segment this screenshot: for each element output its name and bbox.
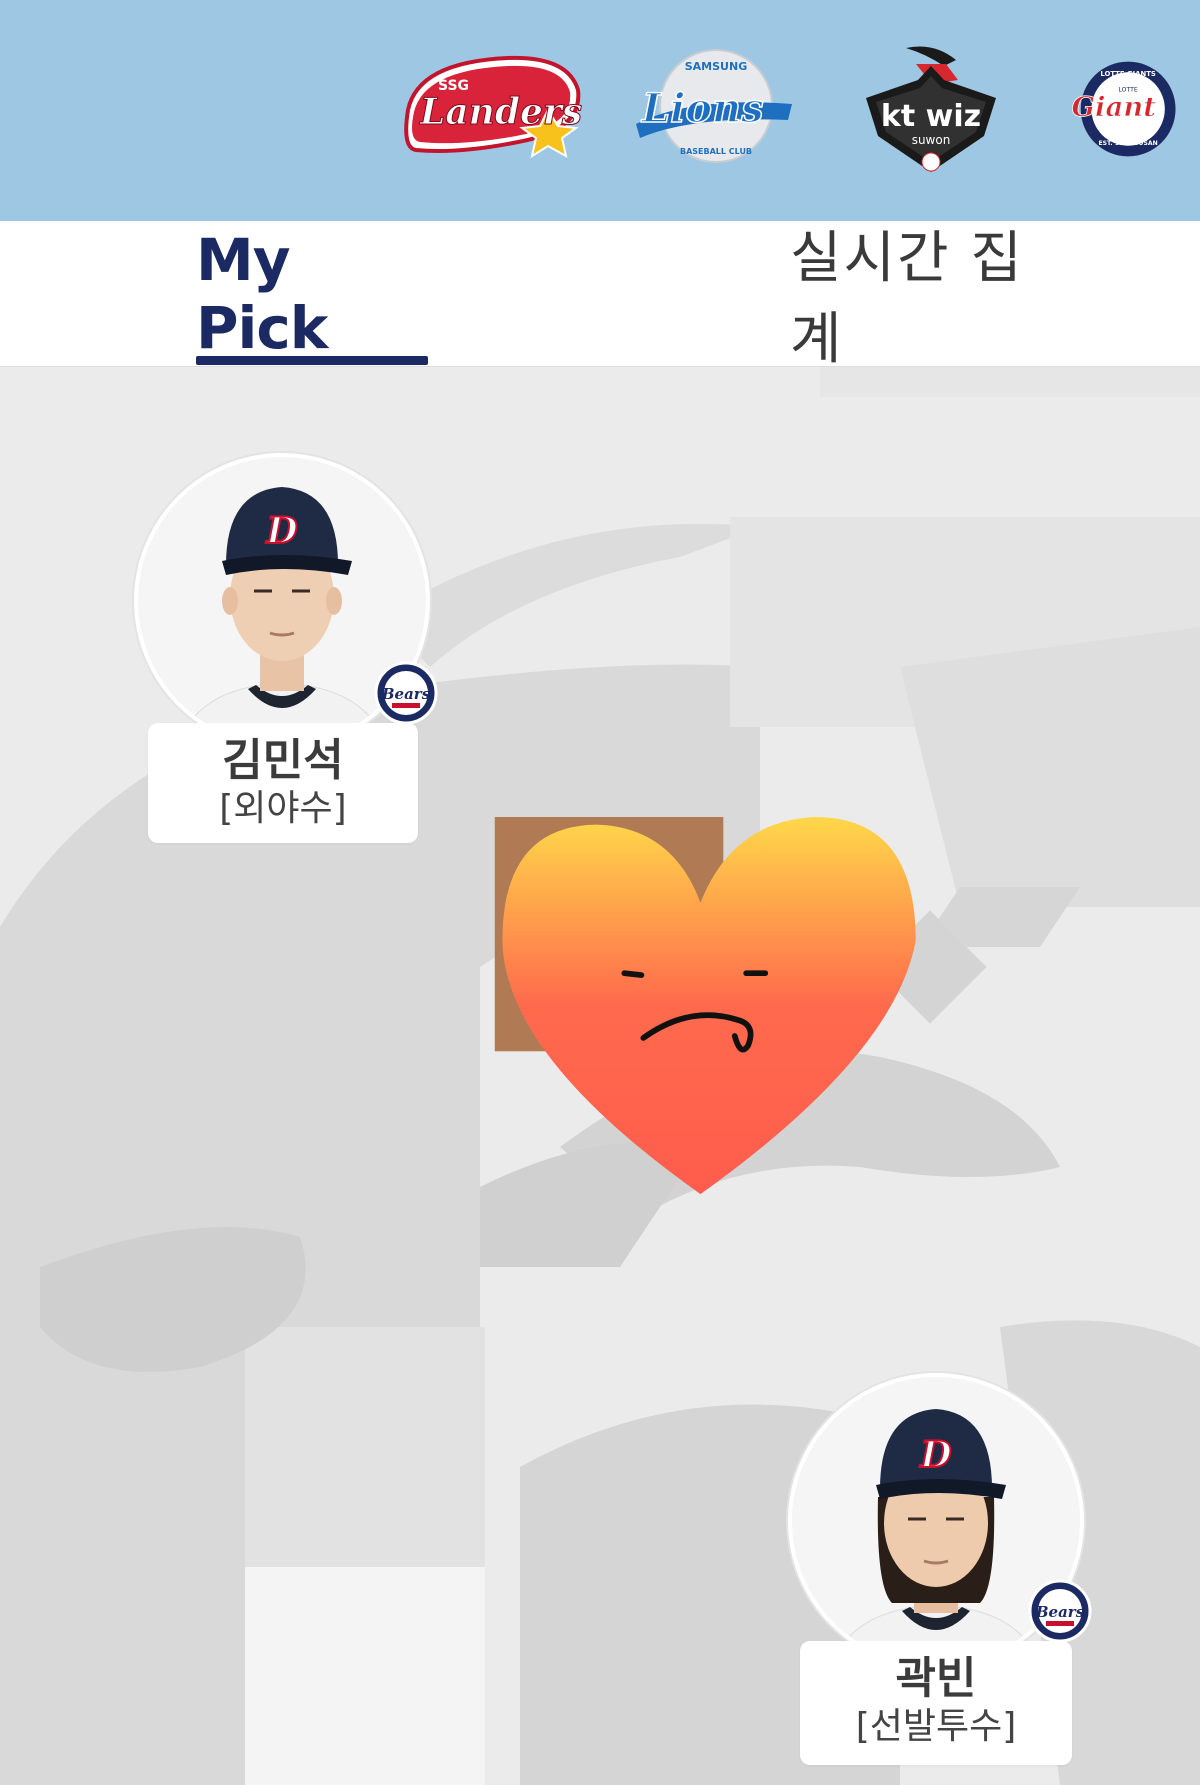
bears-badge-icon: Bears — [1028, 1579, 1092, 1643]
tab-my-pick-label: My Pick — [196, 226, 328, 362]
bears-badge-icon: Bears — [374, 661, 438, 725]
giants-logo-icon: LOTTE GIANTS LOTTE Giant EST. 1982 BUSAN — [1071, 61, 1176, 157]
giants-main-text: Giant — [1072, 91, 1157, 123]
giants-ring-bottom-text: EST. 1982 BUSAN — [1098, 140, 1157, 147]
pick-field: D Bears 김민석 [외야수] D Bears 곽빈 [선발투수] — [0, 367, 1200, 1785]
player-card-2[interactable]: D Bears 곽빈 [선발투수] — [788, 1373, 1104, 1785]
team-logo-kt-wiz[interactable]: kt wiz suwon — [856, 40, 1006, 180]
lions-top-text: SAMSUNG — [685, 60, 747, 73]
player-position: [외야수] — [219, 788, 347, 830]
team-logo-lotte-giants[interactable]: LOTTE GIANTS LOTTE Giant EST. 1982 BUSAN — [1070, 44, 1200, 174]
lions-bottom-text: BASEBALL CLUB — [680, 147, 752, 156]
ktwiz-bottom-text: suwon — [912, 133, 951, 147]
player-name: 김민석 — [222, 735, 344, 786]
giants-ring-top-text: LOTTE GIANTS — [1100, 70, 1156, 78]
pouting-heart-icon — [494, 817, 916, 1195]
tab-bar: My Pick 실시간 집계 — [0, 221, 1200, 372]
cap-logo-text: D — [919, 1434, 951, 1476]
ktwiz-main-text: kt wiz — [881, 99, 981, 134]
player-position: [선발투수] — [855, 1706, 1017, 1748]
team-logo-bar: SSG Landers SAMSUNG Lions BASEBALL CLUB … — [0, 0, 1200, 221]
landers-logo-icon: SSG Landers — [404, 55, 583, 159]
lions-main-text: Lions — [641, 85, 764, 132]
tab-active-indicator — [196, 356, 428, 365]
player-name-card: 김민석 [외야수] — [148, 723, 418, 843]
player-name: 곽빈 — [895, 1653, 977, 1704]
tab-live-count-label: 실시간 집계 — [790, 226, 1024, 372]
landers-main-text: Landers — [419, 91, 582, 133]
tab-my-pick[interactable]: My Pick — [196, 221, 428, 367]
team-logo-samsung-lions[interactable]: SAMSUNG Lions BASEBALL CLUB — [632, 46, 794, 168]
bears-badge-text: Bears — [1035, 1603, 1085, 1621]
ktwiz-logo-icon: kt wiz suwon — [866, 46, 996, 172]
bears-badge-text: Bears — [381, 685, 431, 703]
cap-logo-text: D — [265, 510, 297, 552]
lions-logo-icon: SAMSUNG Lions BASEBALL CLUB — [636, 49, 792, 163]
player-name-card: 곽빈 [선발투수] — [800, 1641, 1072, 1765]
player-card-1[interactable]: D Bears 김민석 [외야수] — [134, 453, 450, 851]
team-logo-ssg-landers[interactable]: SSG Landers — [398, 50, 586, 166]
tab-live-count[interactable]: 실시간 집계 — [790, 221, 1070, 372]
